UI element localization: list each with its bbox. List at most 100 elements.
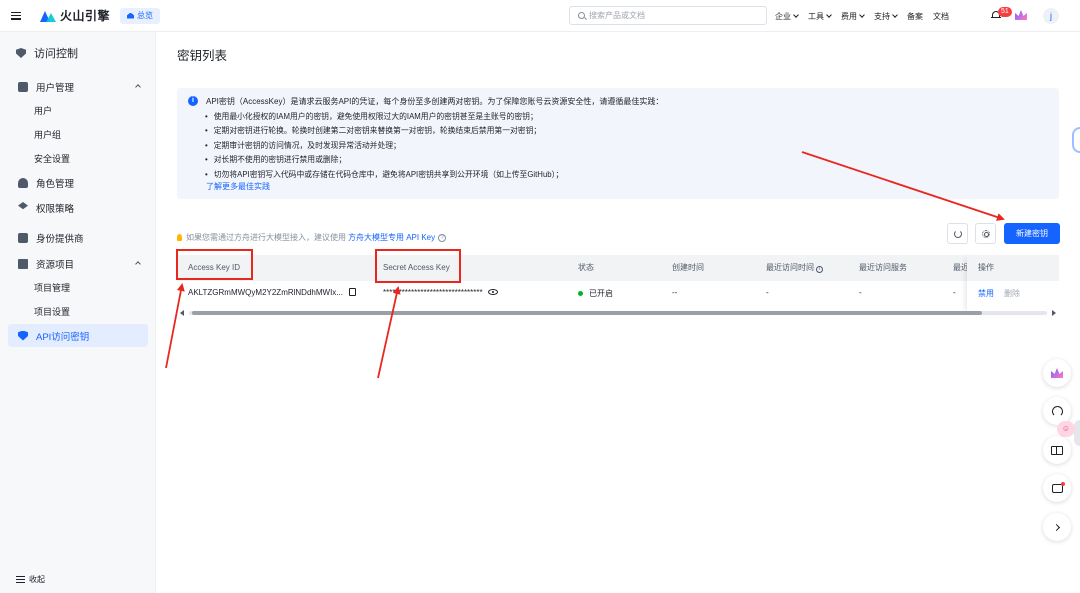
column-status: 状态 [578, 263, 594, 272]
notice-item: 定期审计密钥的访问情况，及时发现异常活动并处理； [205, 139, 563, 153]
collapse-icon [16, 576, 25, 583]
refresh-button[interactable] [947, 223, 968, 244]
table-row: AKLTZGRmMWQyM2Y2ZmRlNDdhMWIx... [188, 288, 356, 297]
learn-more-link[interactable]: 了解更多最佳实践 [206, 181, 270, 192]
status-cell: 已开启 [578, 288, 613, 299]
side-assistant-tab[interactable] [1072, 127, 1080, 153]
book-icon [1051, 445, 1063, 455]
sidebar-title: 访问控制 [16, 45, 78, 61]
access-key-table: Access Key ID Secret Access Key 状态 创建时间 … [177, 255, 1059, 321]
scroll-left-icon[interactable] [180, 310, 184, 316]
ark-api-key-link[interactable]: 方舟大模型专用 API Key [348, 232, 435, 243]
sidebar-item-label: API访问密钥 [36, 331, 90, 343]
settings-button[interactable] [975, 223, 996, 244]
sidebar-group-resource-projects[interactable]: 资源项目 [18, 257, 142, 271]
nav-filing[interactable]: 备案 [907, 11, 923, 22]
horizontal-scrollbar[interactable] [177, 308, 1059, 317]
best-practice-notice: i API密钥（AccessKey）是请求云服务API的凭证，每个身份至多创建两… [177, 88, 1059, 199]
sidebar-group-label: 角色管理 [36, 179, 75, 190]
menu-icon[interactable] [11, 11, 21, 20]
chevron-right-icon [1052, 523, 1060, 531]
sidebar-item-project-settings[interactable]: 项目设置 [34, 305, 70, 318]
shield-icon [16, 48, 26, 58]
column-last-access-time: 最近访问时间 i [766, 255, 824, 281]
hint-text: 如果您需通过方舟进行大模型接入，建议使用 [186, 233, 346, 242]
floating-docs-button[interactable] [1043, 436, 1071, 464]
help-icon[interactable]: ? [438, 233, 447, 242]
notice-item: 切勿将API密钥写入代码中或存储在代码仓库中，避免将API密钥共享到公开环境（如… [205, 168, 564, 182]
sidebar-group-label: 资源项目 [36, 260, 75, 271]
search-icon [578, 12, 585, 19]
side-tab[interactable] [1074, 420, 1080, 446]
delete-key-link[interactable]: 删除 [1004, 288, 1020, 299]
chevron-down-icon [793, 12, 799, 18]
search-input[interactable]: 搜索产品或文档 [569, 6, 767, 25]
collapse-sidebar-button[interactable]: 收起 [16, 574, 45, 585]
actions-column: 操作 禁用 删除 [967, 255, 1059, 315]
avatar[interactable]: j [1043, 8, 1059, 24]
nav-support[interactable]: 支持 [874, 11, 898, 22]
sidebar: 访问控制 用户管理 用户 用户组 安全设置 角色管理 权限策略 身份提供商 资源… [0, 32, 156, 593]
sidebar-group-label: 权限策略 [36, 204, 75, 215]
nav-support-label: 支持 [874, 11, 890, 21]
role-icon [18, 178, 28, 188]
help-icon[interactable]: i [816, 266, 824, 273]
access-key-id-value: AKLTZGRmMWQyM2Y2ZmRlNDdhMWIx... [188, 288, 343, 297]
scroll-right-icon[interactable] [1052, 310, 1056, 316]
nav-filing-label: 备案 [907, 11, 923, 21]
gear-icon [981, 229, 990, 238]
disable-key-link[interactable]: 禁用 [978, 288, 994, 299]
sidebar-group-label: 身份提供商 [36, 234, 84, 245]
sidebar-item-security-settings[interactable]: 安全设置 [34, 152, 70, 165]
overview-button[interactable]: 总览 [120, 7, 161, 24]
nav-tools[interactable]: 工具 [808, 11, 832, 22]
last-access-service-value: - [859, 288, 862, 297]
sidebar-item-role-management[interactable]: 角色管理 [18, 176, 142, 190]
promo-tag-icon[interactable]: ☺ [1057, 421, 1075, 437]
last-region-value: - [953, 288, 956, 297]
annotation-box-access-key-id [176, 249, 253, 280]
nav-tools-label: 工具 [808, 11, 824, 21]
volcengine-logo-icon [40, 10, 56, 22]
sidebar-item-permission-policies[interactable]: 权限策略 [18, 201, 142, 215]
created-time-value: -- [672, 288, 678, 297]
notice-list: 使用最小化授权的IAM用户的密钥，避免使用权限过大的IAM用户的密钥甚至是主账号… [205, 110, 564, 182]
sidebar-group-label: 用户管理 [36, 83, 75, 94]
sidebar-item-project-management[interactable]: 项目管理 [34, 281, 70, 294]
nav-docs[interactable]: 文档 [933, 11, 949, 22]
floating-crown-button[interactable] [1043, 359, 1071, 387]
overview-label: 总览 [137, 11, 154, 20]
top-nav-menu: 企业 工具 费用 支持 备案 文档 [775, 0, 959, 32]
sidebar-item-user-groups[interactable]: 用户组 [34, 128, 61, 141]
brand-name: 火山引擎 [60, 9, 111, 23]
scroll-thumb[interactable] [192, 311, 982, 315]
annotation-box-secret-access-key [375, 249, 461, 283]
floating-expand-button[interactable] [1043, 513, 1071, 541]
headset-icon [1051, 405, 1063, 417]
nav-billing[interactable]: 费用 [841, 11, 865, 22]
floating-feedback-button[interactable] [1043, 474, 1071, 502]
chevron-down-icon [826, 12, 832, 18]
nav-enterprise[interactable]: 企业 [775, 11, 799, 22]
chevron-down-icon [892, 12, 898, 18]
notice-item: 定期对密钥进行轮换。轮换时创建第二对密钥来替换第一对密钥，轮换结束后禁用第一对密… [205, 124, 563, 138]
chevron-up-icon [135, 261, 141, 267]
folder-icon [18, 259, 28, 269]
notice-item: 对长期不使用的密钥进行禁用或删除； [205, 153, 563, 167]
eye-icon[interactable] [487, 289, 498, 295]
layers-icon [18, 202, 28, 210]
nav-billing-label: 费用 [841, 11, 857, 21]
column-actions: 操作 [978, 263, 994, 272]
column-last-access-time-label: 最近访问时间 [766, 263, 814, 272]
search-placeholder: 搜索产品或文档 [589, 11, 645, 20]
sidebar-item-identity-providers[interactable]: 身份提供商 [18, 231, 142, 245]
refresh-icon [953, 229, 962, 238]
create-key-button[interactable]: 新建密钥 [1004, 223, 1060, 244]
sidebar-item-users[interactable]: 用户 [34, 104, 52, 117]
last-access-time-value: - [766, 288, 769, 297]
sidebar-group-user-management[interactable]: 用户管理 [18, 80, 142, 94]
brand-logo[interactable]: 火山引擎 [40, 7, 110, 24]
sidebar-item-api-access-keys[interactable]: API访问密钥 [8, 324, 148, 347]
id-card-icon [18, 233, 28, 243]
copy-icon[interactable] [348, 288, 356, 296]
